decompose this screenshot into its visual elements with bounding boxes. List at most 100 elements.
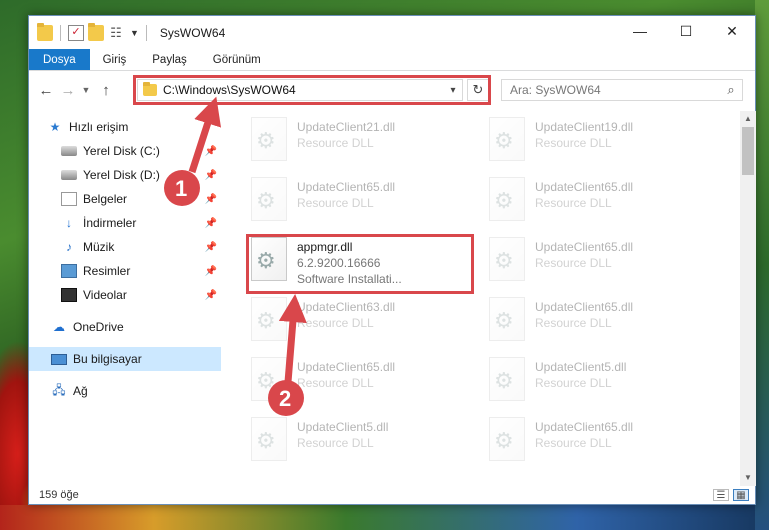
- view-switcher: ☰ ▦: [713, 489, 749, 501]
- sidebar-item-network[interactable]: 🖧 Ağ: [29, 379, 221, 403]
- tab-view[interactable]: Görünüm: [200, 49, 274, 70]
- divider: [145, 24, 147, 41]
- tiles-view-icon[interactable]: ▦: [733, 489, 749, 501]
- tab-home[interactable]: Giriş: [90, 49, 140, 70]
- pin-icon[interactable]: 📌: [205, 194, 217, 205]
- search-box[interactable]: Ara: SysWOW64 ⌕: [501, 79, 743, 101]
- dll-file-icon: [489, 117, 525, 161]
- pin-icon[interactable]: 📌: [205, 266, 217, 277]
- close-button[interactable]: ✕: [709, 16, 755, 46]
- sidebar-item-quick-access[interactable]: ★ Hızlı erişim: [29, 115, 221, 139]
- explorer-window: ✓ ☷ ▼ SysWOW64 — ☐ ✕ Dosya Giriş Paylaş …: [28, 15, 756, 505]
- customize-dropdown-icon[interactable]: ▼: [130, 28, 139, 38]
- file-name: UpdateClient65.dll: [297, 180, 396, 194]
- sidebar-item-label: Yerel Disk (D:): [83, 168, 160, 182]
- back-arrow-icon[interactable]: ←: [35, 82, 57, 99]
- disk-icon: [61, 170, 77, 180]
- dll-file-icon: [489, 237, 525, 281]
- forward-arrow-icon[interactable]: →: [57, 82, 79, 99]
- scroll-up-icon[interactable]: ▲: [740, 111, 756, 127]
- file-item[interactable]: UpdateClient65.dll Resource DLL: [489, 171, 715, 229]
- details-view-icon[interactable]: ☰: [713, 489, 729, 501]
- minimize-button[interactable]: —: [617, 16, 663, 46]
- file-description: Resource DLL: [297, 136, 374, 150]
- navigation-pane: ★ Hızlı erişim Yerel Disk (C:) 📌 Yerel D…: [29, 111, 221, 486]
- pin-icon[interactable]: 📌: [205, 290, 217, 301]
- sidebar-item-documents[interactable]: Belgeler 📌: [29, 187, 221, 211]
- scroll-down-icon[interactable]: ▼: [740, 470, 756, 486]
- up-arrow-icon[interactable]: ↑: [95, 82, 117, 99]
- dll-file-icon: [251, 177, 287, 221]
- file-name: UpdateClient65.dll: [535, 240, 634, 254]
- pin-icon[interactable]: 📌: [205, 242, 217, 253]
- sidebar-item-label: OneDrive: [73, 320, 124, 334]
- new-folder-icon[interactable]: [88, 22, 104, 41]
- background-edge: [755, 0, 769, 530]
- window-title: SysWOW64: [159, 25, 226, 40]
- file-name: UpdateClient21.dll: [297, 120, 396, 134]
- file-name: UpdateClient65.dll: [535, 300, 634, 314]
- maximize-button[interactable]: ☐: [663, 16, 709, 46]
- tab-file[interactable]: Dosya: [29, 49, 90, 70]
- sidebar-item-disk-d[interactable]: Yerel Disk (D:) 📌: [29, 163, 221, 187]
- dll-file-icon: [251, 357, 287, 401]
- file-description: Resource DLL: [535, 316, 612, 330]
- file-name: UpdateClient65.dll: [297, 360, 396, 374]
- file-item[interactable]: UpdateClient65.dll Resource DLL: [251, 351, 477, 409]
- search-placeholder[interactable]: Ara: SysWOW64: [510, 83, 720, 97]
- address-highlight-box: [133, 75, 491, 105]
- file-highlight-box: [246, 234, 474, 294]
- item-count: 159 öğe: [39, 489, 79, 501]
- scroll-thumb[interactable]: [742, 127, 754, 175]
- background-strip: [0, 505, 769, 530]
- properties-check-icon[interactable]: ✓: [68, 24, 84, 41]
- file-item[interactable]: UpdateClient65.dll Resource DLL: [251, 171, 477, 229]
- file-item[interactable]: UpdateClient21.dll Resource DLL: [251, 111, 477, 169]
- download-icon: ↓: [66, 216, 72, 230]
- sidebar-item-onedrive[interactable]: ☁ OneDrive: [29, 315, 221, 339]
- properties-list-icon[interactable]: ☷: [108, 25, 124, 41]
- file-item[interactable]: UpdateClient63.dll Resource DLL: [251, 291, 477, 349]
- sidebar-item-label: Bu bilgisayar: [73, 352, 142, 366]
- file-description: Resource DLL: [297, 376, 374, 390]
- computer-icon: [51, 353, 67, 365]
- cloud-icon: ☁: [53, 320, 65, 334]
- music-icon: ♪: [66, 240, 72, 254]
- file-item[interactable]: UpdateClient19.dll Resource DLL: [489, 111, 715, 169]
- sidebar-item-downloads[interactable]: ↓ İndirmeler 📌: [29, 211, 221, 235]
- file-name: UpdateClient19.dll: [535, 120, 634, 134]
- file-item[interactable]: UpdateClient65.dll Resource DLL: [489, 231, 715, 289]
- sidebar-item-music[interactable]: ♪ Müzik 📌: [29, 235, 221, 259]
- dll-file-icon: [489, 417, 525, 461]
- vertical-scrollbar[interactable]: ▲ ▼: [740, 111, 756, 486]
- search-icon[interactable]: ⌕: [720, 82, 742, 98]
- navigation-bar: ← → ▼ ↑ C:\Windows\SysWOW64 ▾ ↻ Ara: Sys…: [29, 71, 755, 109]
- sidebar-item-pictures[interactable]: Resimler 📌: [29, 259, 221, 283]
- sidebar-item-label: Videolar: [83, 288, 127, 302]
- sidebar-item-label: Resimler: [83, 264, 131, 278]
- file-item[interactable]: UpdateClient5.dll Resource DLL: [489, 351, 715, 409]
- sidebar-item-videos[interactable]: Videolar 📌: [29, 283, 221, 307]
- dll-file-icon: [489, 177, 525, 221]
- recent-locations-chevron-icon[interactable]: ▼: [79, 85, 93, 95]
- file-description: Resource DLL: [535, 256, 612, 270]
- pin-icon[interactable]: 📌: [205, 218, 217, 229]
- dll-file-icon: [489, 357, 525, 401]
- pin-icon[interactable]: 📌: [205, 146, 217, 157]
- network-icon: 🖧: [52, 382, 66, 397]
- file-description: Resource DLL: [535, 376, 612, 390]
- window-controls: — ☐ ✕: [617, 16, 755, 46]
- file-item[interactable]: UpdateClient65.dll Resource DLL: [489, 411, 715, 469]
- sidebar-item-label: Ağ: [73, 384, 88, 398]
- tab-share[interactable]: Paylaş: [139, 49, 200, 70]
- sidebar-item-this-pc[interactable]: Bu bilgisayar: [29, 347, 221, 371]
- dll-file-icon: [251, 117, 287, 161]
- file-name: UpdateClient65.dll: [535, 420, 634, 434]
- sidebar-item-disk-c[interactable]: Yerel Disk (C:) 📌: [29, 139, 221, 163]
- pin-icon[interactable]: 📌: [205, 170, 217, 181]
- sidebar-item-label: Belgeler: [83, 192, 128, 206]
- file-item[interactable]: UpdateClient5.dll Resource DLL: [251, 411, 477, 469]
- pictures-icon: [61, 264, 77, 278]
- sidebar-item-label: Yerel Disk (C:): [83, 144, 160, 158]
- file-item[interactable]: UpdateClient65.dll Resource DLL: [489, 291, 715, 349]
